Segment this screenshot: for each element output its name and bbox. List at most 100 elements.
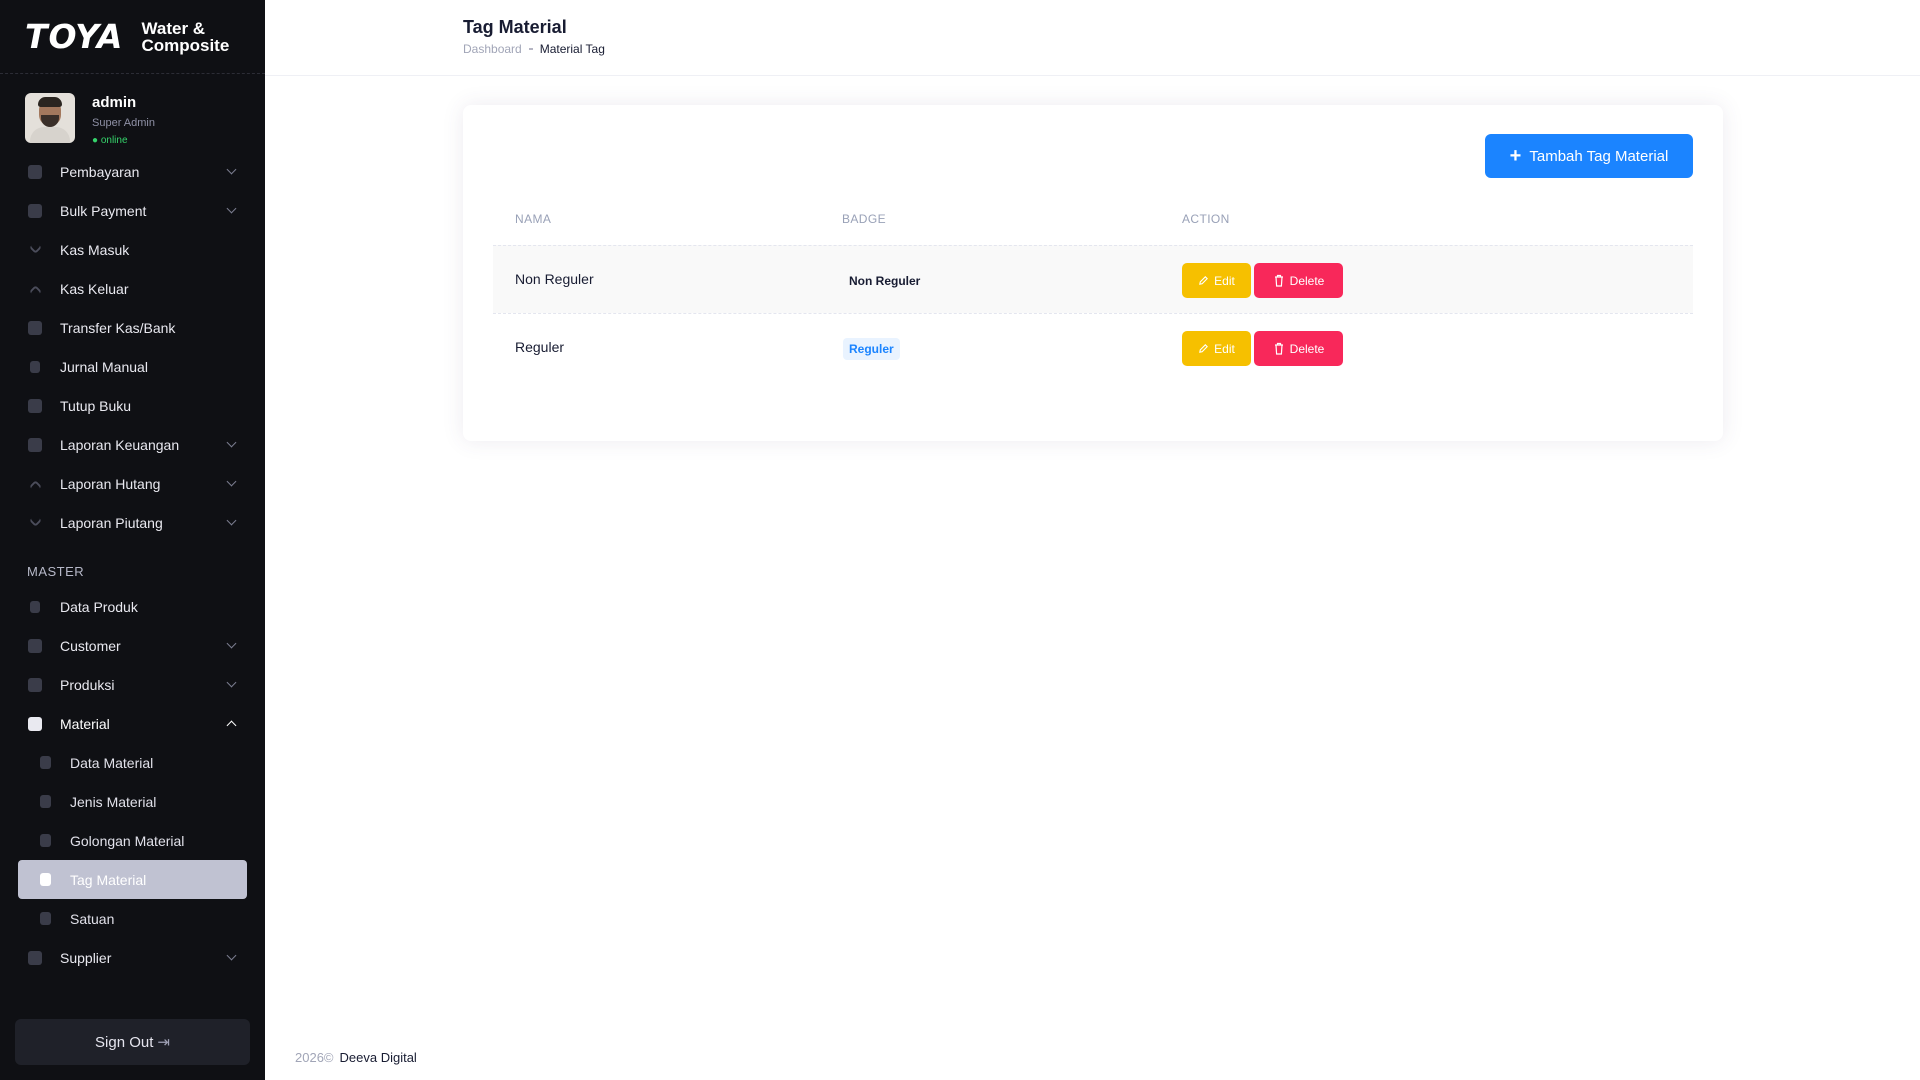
user-info: admin Super Admin ● online bbox=[92, 93, 155, 146]
table-row: Non Reguler Non Reguler Edit Delete bbox=[493, 245, 1693, 313]
document-icon bbox=[40, 873, 51, 886]
tag-badge: Reguler bbox=[843, 338, 900, 360]
user-name: admin bbox=[92, 94, 137, 111]
sidebar-subitem-label: Tag Material bbox=[70, 871, 147, 888]
sidebar-item-transfer[interactable]: Transfer Kas/Bank bbox=[0, 308, 265, 347]
sidebar-item-data-produk[interactable]: Data Produk bbox=[0, 587, 265, 626]
sidebar-menu: Pembayaran Bulk Payment Kas Masuk Kas Ke… bbox=[0, 152, 265, 977]
chevron-down-icon bbox=[226, 437, 237, 448]
edit-label: Edit bbox=[1214, 341, 1235, 356]
breadcrumb-dashboard[interactable]: Dashboard bbox=[463, 42, 522, 56]
delete-button[interactable]: Delete bbox=[1254, 331, 1343, 366]
breadcrumb-separator bbox=[528, 48, 533, 50]
sidebar-item-label: Tutup Buku bbox=[60, 397, 132, 414]
sidebar-item-customer[interactable]: Customer bbox=[0, 626, 265, 665]
tag-badge: Non Reguler bbox=[849, 274, 921, 288]
sidebar-subitem-tag-material[interactable]: Tag Material bbox=[18, 860, 247, 899]
package-icon bbox=[28, 639, 42, 653]
delete-label: Delete bbox=[1289, 341, 1325, 356]
sidebar-item-produksi[interactable]: Produksi bbox=[0, 665, 265, 704]
sidebar-subitem-jenis-material[interactable]: Jenis Material bbox=[0, 782, 265, 821]
arrow-up-icon bbox=[29, 480, 42, 493]
sidebar-item-label: Customer bbox=[60, 637, 121, 654]
sidebar-subitem-label: Golongan Material bbox=[70, 832, 185, 849]
plus-icon: + bbox=[1509, 144, 1522, 167]
sign-out-button[interactable]: Sign Out ⇥ bbox=[15, 1019, 250, 1065]
chevron-down-icon bbox=[226, 164, 237, 175]
sidebar-subitem-satuan[interactable]: Satuan bbox=[0, 899, 265, 938]
page-header: Tag Material Dashboard Material Tag bbox=[265, 0, 1920, 76]
sidebar-item-kas-keluar[interactable]: Kas Keluar bbox=[0, 269, 265, 308]
cell-name: Reguler bbox=[515, 339, 565, 355]
column-header-badge[interactable]: BADGE bbox=[842, 212, 886, 226]
sidebar-item-label: Data Produk bbox=[60, 598, 138, 615]
sidebar-item-supplier[interactable]: Supplier bbox=[0, 938, 265, 977]
sidebar-item-material[interactable]: Material bbox=[0, 704, 265, 743]
sidebar-item-label: Laporan Piutang bbox=[60, 514, 163, 531]
brand-logo: TOYA bbox=[25, 17, 124, 56]
sidebar-item-label: Pembayaran bbox=[60, 163, 140, 180]
sidebar-item-label: Laporan Keuangan bbox=[60, 436, 180, 453]
column-header-name[interactable]: NAMA bbox=[515, 212, 551, 226]
pencil-icon bbox=[1198, 275, 1209, 286]
breadcrumb-current: Material Tag bbox=[539, 42, 605, 56]
chevron-down-icon bbox=[226, 950, 237, 961]
arrow-down-icon bbox=[29, 514, 42, 527]
delete-label: Delete bbox=[1289, 273, 1325, 288]
sidebar-item-label: Kas Keluar bbox=[60, 280, 129, 297]
chevron-down-icon bbox=[226, 677, 237, 688]
sidebar-item-laporan-keuangan[interactable]: Laporan Keuangan bbox=[0, 425, 265, 464]
sidebar-item-laporan-piutang[interactable]: Laporan Piutang bbox=[0, 503, 265, 542]
breadcrumb: Dashboard Material Tag bbox=[463, 42, 605, 56]
edit-button[interactable]: Edit bbox=[1182, 331, 1251, 366]
payment-icon bbox=[28, 165, 42, 179]
sidebar-subitem-data-material[interactable]: Data Material bbox=[0, 743, 265, 782]
user-role: Super Admin bbox=[92, 117, 155, 129]
brand-name-line2: Composite bbox=[141, 35, 230, 55]
sidebar: TOYA Water & Composite admin Super Admin… bbox=[0, 0, 265, 1080]
footer-year: 2026© bbox=[295, 1050, 334, 1065]
document-icon bbox=[40, 756, 51, 769]
sidebar-item-label: Transfer Kas/Bank bbox=[60, 319, 176, 336]
document-icon bbox=[40, 834, 51, 847]
delete-button[interactable]: Delete bbox=[1254, 263, 1343, 298]
package-icon bbox=[28, 951, 42, 965]
add-tag-material-button[interactable]: + Tambah Tag Material bbox=[1485, 134, 1693, 178]
chart-icon bbox=[28, 438, 42, 452]
calendar-icon bbox=[28, 399, 42, 413]
footer-company-link[interactable]: Deeva Digital bbox=[340, 1050, 417, 1065]
sidebar-subitem-label: Data Material bbox=[70, 754, 154, 771]
sidebar-item-label: Kas Masuk bbox=[60, 241, 130, 258]
edit-button[interactable]: Edit bbox=[1182, 263, 1251, 298]
brand-name-line1: Water & bbox=[141, 18, 206, 38]
arrow-down-icon bbox=[29, 241, 42, 254]
document-icon bbox=[30, 601, 40, 613]
user-status: ● online bbox=[92, 135, 128, 146]
sidebar-item-jurnal-manual[interactable]: Jurnal Manual bbox=[0, 347, 265, 386]
brand[interactable]: TOYA Water & Composite bbox=[0, 0, 265, 74]
chevron-down-icon bbox=[226, 203, 237, 214]
trash-icon bbox=[1273, 342, 1285, 355]
package-icon bbox=[28, 678, 42, 692]
footer: 2026© Deeva Digital bbox=[295, 1050, 417, 1065]
edit-label: Edit bbox=[1214, 273, 1235, 288]
user-panel: admin Super Admin ● online bbox=[0, 74, 265, 162]
sidebar-subitem-golongan-material[interactable]: Golongan Material bbox=[0, 821, 265, 860]
sidebar-item-tutup-buku[interactable]: Tutup Buku bbox=[0, 386, 265, 425]
sidebar-item-label: Supplier bbox=[60, 949, 112, 966]
sidebar-item-pembayaran[interactable]: Pembayaran bbox=[0, 152, 265, 191]
package-icon bbox=[28, 717, 42, 731]
sidebar-item-kas-masuk[interactable]: Kas Masuk bbox=[0, 230, 265, 269]
sidebar-subitem-label: Jenis Material bbox=[70, 793, 157, 810]
wallet-icon bbox=[28, 204, 42, 218]
sidebar-item-laporan-hutang[interactable]: Laporan Hutang bbox=[0, 464, 265, 503]
sidebar-item-bulk-payment[interactable]: Bulk Payment bbox=[0, 191, 265, 230]
sign-out-label: Sign Out bbox=[95, 1033, 154, 1051]
sidebar-item-label: Material bbox=[60, 715, 110, 732]
column-header-action: ACTION bbox=[1182, 212, 1230, 226]
page-title: Tag Material bbox=[463, 17, 567, 37]
chevron-down-icon bbox=[226, 638, 237, 649]
avatar[interactable] bbox=[25, 93, 75, 143]
sidebar-item-label: Produksi bbox=[60, 676, 115, 693]
sidebar-item-label: Bulk Payment bbox=[60, 202, 147, 219]
